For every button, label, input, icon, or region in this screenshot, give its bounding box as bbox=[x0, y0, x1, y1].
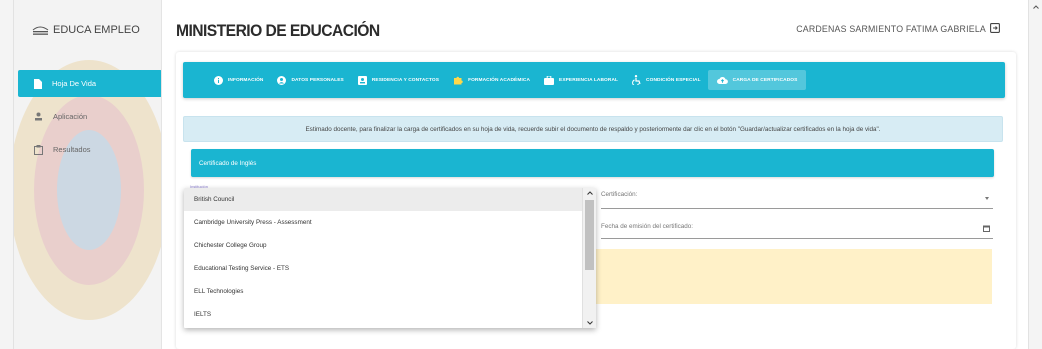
clipboard-icon bbox=[34, 144, 43, 155]
window-scrollbar[interactable] bbox=[1028, 0, 1042, 349]
dropdown-option[interactable]: ELL Technologies bbox=[184, 280, 596, 303]
sidebar-item-label: Aplicación bbox=[53, 112, 88, 121]
scroll-up-arrow-icon[interactable] bbox=[587, 191, 593, 195]
dropdown-option[interactable]: British Council bbox=[184, 188, 596, 211]
tab-condicion-especial[interactable]: CONDICIÓN ESPECIAL bbox=[625, 70, 708, 90]
calendar-icon[interactable] bbox=[983, 225, 990, 232]
certification-select[interactable]: Certificación: bbox=[601, 191, 993, 209]
dropdown-option[interactable]: Chichester College Group bbox=[184, 234, 596, 257]
info-alert-text: Estimado docente, para finalizar la carg… bbox=[305, 125, 881, 133]
certification-label: Certificación: bbox=[601, 191, 638, 198]
tab-label: FORMACIÓN ACADÉMICA bbox=[468, 77, 531, 83]
sidebar-item-label: Hoja De Vida bbox=[52, 79, 97, 88]
sidebar-item-resultados[interactable]: Resultados bbox=[18, 136, 161, 163]
logout-icon[interactable] bbox=[990, 23, 1000, 33]
tab-label: EXPERIENCIA LABORAL bbox=[559, 77, 619, 83]
tab-label: RESIDENCIA Y CONTACTOS bbox=[371, 77, 440, 83]
dropdown-option[interactable]: IELTS bbox=[184, 303, 596, 326]
tab-carga-certificados[interactable]: CARGA DE CERTIFICADOS bbox=[707, 70, 807, 90]
cloud-upload-icon bbox=[716, 77, 728, 84]
briefcase-icon bbox=[544, 75, 555, 85]
dropdown-scroll-thumb[interactable] bbox=[585, 200, 594, 270]
info-icon bbox=[214, 75, 223, 85]
page-title: MINISTERIO DE EDUCACIÓN bbox=[176, 21, 380, 40]
dropdown-option[interactable]: Educational Testing Service - ETS bbox=[184, 257, 596, 280]
person-icon bbox=[35, 112, 42, 121]
background-window-edge bbox=[0, 0, 14, 349]
tab-residencia-contactos[interactable]: RESIDENCIA Y CONTACTOS bbox=[351, 70, 446, 90]
sidebar: EDUCA EMPLEO Hoja De Vida Aplicación Res… bbox=[14, 0, 162, 349]
account-icon bbox=[277, 75, 287, 85]
ministry-logo-icon bbox=[32, 26, 49, 35]
accessibility-icon bbox=[632, 75, 641, 85]
tab-formacion-academica[interactable]: FORMACIÓN ACADÉMICA bbox=[446, 70, 537, 90]
tab-informacion[interactable]: INFORMACIÓN bbox=[207, 70, 270, 90]
section-title: Certificado de Inglés bbox=[199, 159, 257, 167]
sidebar-item-label: Resultados bbox=[53, 145, 91, 154]
scroll-down-arrow-icon[interactable] bbox=[587, 321, 593, 325]
sidebar-item-aplicacion[interactable]: Aplicación bbox=[18, 103, 161, 130]
dropdown-scrollbar[interactable] bbox=[582, 188, 596, 328]
scroll-up-arrow-icon[interactable] bbox=[1033, 5, 1039, 9]
contact-card-icon bbox=[357, 75, 367, 85]
document-icon bbox=[34, 78, 42, 89]
provider-dropdown-list[interactable]: British Council Cambridge University Pre… bbox=[184, 188, 596, 328]
tab-label: DATOS PERSONALES bbox=[291, 77, 344, 83]
tab-label: INFORMACIÓN bbox=[228, 77, 264, 83]
chevron-down-icon bbox=[985, 197, 989, 200]
sidebar-item-hoja-de-vida[interactable]: Hoja De Vida bbox=[18, 70, 161, 97]
puzzle-icon bbox=[454, 76, 463, 85]
user-name: CARDENAS SARMIENTO FATIMA GABRIELA bbox=[796, 24, 986, 34]
info-alert: Estimado docente, para finalizar la carg… bbox=[183, 116, 1003, 142]
tab-label: CONDICIÓN ESPECIAL bbox=[646, 77, 701, 83]
section-header-certificado-ingles: Certificado de Inglés bbox=[191, 149, 994, 177]
dropdown-option[interactable]: Cambridge University Press - Assessment bbox=[184, 211, 596, 234]
tab-experiencia-laboral[interactable]: EXPERIENCIA LABORAL bbox=[537, 70, 625, 90]
certificate-date-field[interactable]: Fecha de emisión del certificado: bbox=[601, 223, 993, 239]
brand-label: EDUCA EMPLEO bbox=[53, 24, 140, 36]
warning-box bbox=[594, 249, 992, 304]
tab-label: CARGA DE CERTIFICADOS bbox=[732, 77, 798, 83]
tab-bar: INFORMACIÓN DATOS PERSONALES RESIDENCIA … bbox=[183, 62, 1005, 98]
sidebar-nav: Hoja De Vida Aplicación Resultados bbox=[18, 70, 161, 169]
date-label: Fecha de emisión del certificado: bbox=[601, 223, 694, 230]
brand[interactable]: EDUCA EMPLEO bbox=[32, 24, 140, 36]
tab-datos-personales[interactable]: DATOS PERSONALES bbox=[270, 70, 350, 90]
